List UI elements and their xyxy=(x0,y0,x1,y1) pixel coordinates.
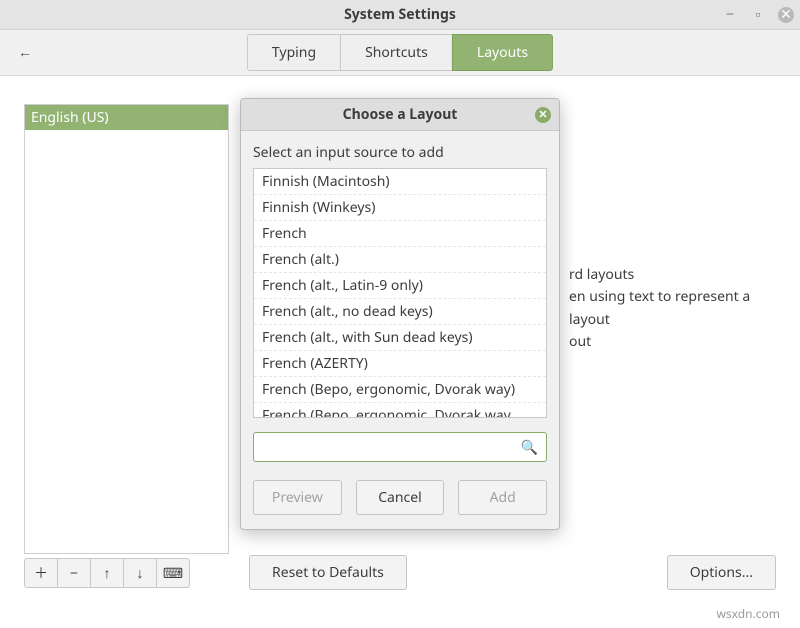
cancel-button[interactable]: Cancel xyxy=(356,480,445,515)
window-maximize-icon[interactable]: ▫ xyxy=(750,7,766,23)
layout-item-english-us[interactable]: English (US) xyxy=(25,105,228,130)
dialog-body: Select an input source to add Finnish (M… xyxy=(241,131,559,529)
source-item[interactable]: French (Bepo, ergonomic, Dvorak way, Lat… xyxy=(254,402,546,418)
dialog-close-icon[interactable]: ✕ xyxy=(535,107,551,123)
back-arrow-icon[interactable]: ← xyxy=(18,43,32,62)
source-item[interactable]: French (alt., with Sun dead keys) xyxy=(254,324,546,350)
search-input[interactable] xyxy=(254,433,513,461)
dialog-title: Choose a Layout xyxy=(343,105,458,124)
source-item[interactable]: French (alt., Latin-9 only) xyxy=(254,272,546,298)
source-item[interactable]: French xyxy=(254,220,546,246)
window-minimize-icon[interactable]: − xyxy=(722,7,738,23)
window-controls: − ▫ ✕ xyxy=(722,7,794,23)
input-source-list[interactable]: Finnish (Macintosh)Finnish (Winkeys)Fren… xyxy=(253,168,547,418)
source-item[interactable]: French (Bepo, ergonomic, Dvorak way) xyxy=(254,376,546,402)
layouts-panel: English (US) ＋ − ↑ ↓ ⌨ xyxy=(24,104,229,588)
layout-list[interactable]: English (US) xyxy=(24,104,229,554)
tab-shortcuts[interactable]: Shortcuts xyxy=(340,34,453,71)
tab-bar: Typing Shortcuts Layouts xyxy=(247,34,553,71)
header-toolbar: ← Typing Shortcuts Layouts xyxy=(0,30,800,76)
dialog-instruction: Select an input source to add xyxy=(253,143,547,162)
source-item[interactable]: French (alt., no dead keys) xyxy=(254,298,546,324)
dialog-buttons: Preview Cancel Add xyxy=(253,480,547,515)
bottom-bar: Reset to Defaults Options... xyxy=(24,555,776,590)
search-icon[interactable]: 🔍 xyxy=(513,438,546,457)
source-item[interactable]: French (alt.) xyxy=(254,246,546,272)
reset-defaults-button[interactable]: Reset to Defaults xyxy=(249,555,407,590)
window-titlebar: System Settings − ▫ ✕ xyxy=(0,0,800,30)
source-item[interactable]: Finnish (Macintosh) xyxy=(254,169,546,194)
tab-typing[interactable]: Typing xyxy=(247,34,341,71)
options-button[interactable]: Options... xyxy=(667,555,776,590)
add-button[interactable]: Add xyxy=(458,480,547,515)
preview-button[interactable]: Preview xyxy=(253,480,342,515)
search-field[interactable]: 🔍 xyxy=(253,432,547,462)
choose-layout-dialog: Choose a Layout ✕ Select an input source… xyxy=(240,98,560,530)
dialog-header: Choose a Layout ✕ xyxy=(241,99,559,131)
window-close-icon[interactable]: ✕ xyxy=(778,7,794,23)
watermark: wsxdn.com xyxy=(716,605,780,622)
source-item[interactable]: Finnish (Winkeys) xyxy=(254,194,546,220)
source-item[interactable]: French (AZERTY) xyxy=(254,350,546,376)
window-title: System Settings xyxy=(344,5,456,24)
tab-layouts[interactable]: Layouts xyxy=(452,34,553,71)
